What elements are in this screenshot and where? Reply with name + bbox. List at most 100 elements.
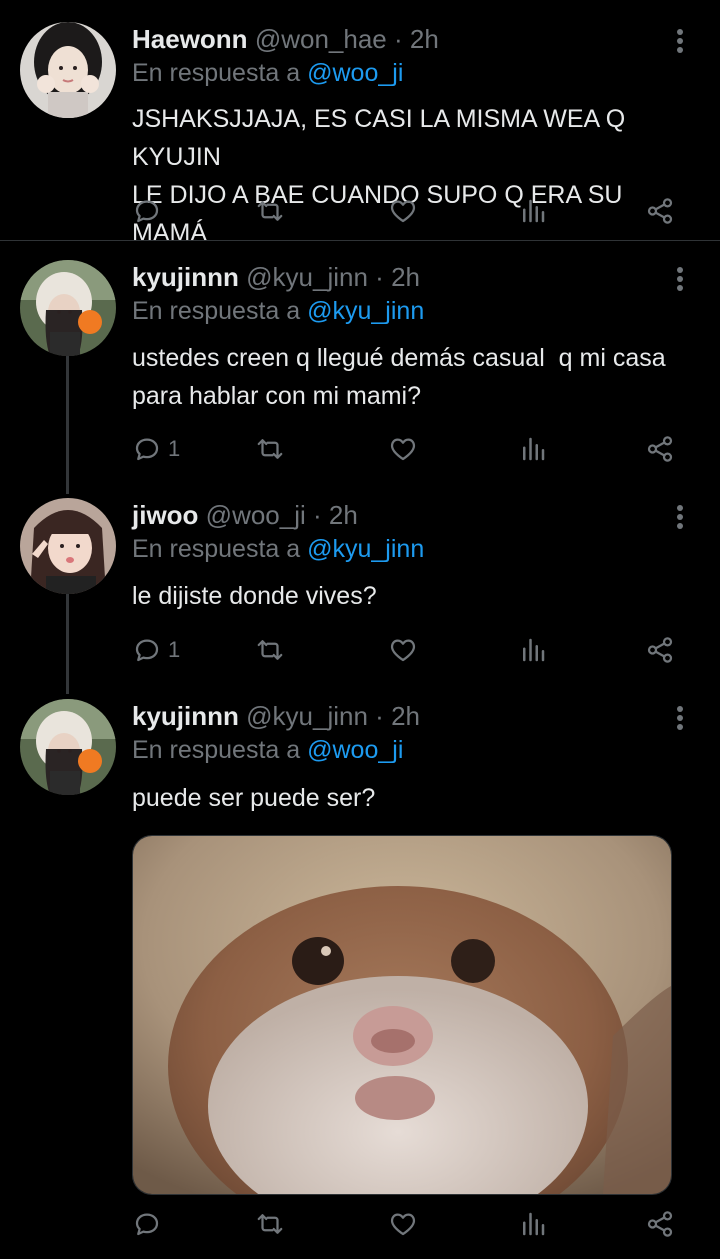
reply-prefix: En respuesta a — [132, 59, 301, 87]
retweet-button[interactable] — [255, 1207, 285, 1241]
reply-mention-link[interactable]: @kyu_jinn — [307, 297, 424, 325]
tweet-text-line: puede ser puede ser? — [132, 784, 376, 812]
reply-count: 1 — [168, 637, 181, 662]
user-handle[interactable]: @kyu_jinn — [246, 262, 368, 292]
reply-button[interactable] — [132, 194, 168, 228]
reply-context: En respuesta a @kyu_jinn — [132, 534, 424, 564]
share-button[interactable] — [645, 194, 675, 228]
reply-icon — [135, 639, 159, 662]
display-name[interactable]: jiwoo — [132, 500, 198, 530]
display-name[interactable]: kyujinnn — [132, 701, 239, 731]
tweet-haewonn[interactable]: Haewonn @won_hae · 2h En respuesta a @wo… — [0, 22, 720, 247]
reply-prefix: En respuesta a — [132, 535, 301, 563]
separator-dot: · — [313, 500, 322, 530]
avatar-kyujinnn[interactable] — [20, 260, 116, 356]
tweet-media-image[interactable] — [132, 835, 672, 1195]
avatar-haewonn[interactable] — [20, 22, 116, 118]
reply-context: En respuesta a @woo_ji — [132, 58, 403, 88]
retweet-button[interactable] — [255, 194, 285, 228]
avatar-jiwoo[interactable] — [20, 498, 116, 594]
like-button[interactable] — [388, 1207, 418, 1241]
reply-icon — [135, 438, 159, 461]
reply-mention-link[interactable]: @woo_ji — [307, 736, 403, 764]
share-button[interactable] — [645, 633, 675, 667]
user-handle[interactable]: @won_hae — [255, 24, 387, 54]
more-options-button[interactable] — [670, 502, 690, 532]
retweet-icon — [257, 640, 283, 660]
reply-button[interactable]: 1 — [132, 633, 180, 667]
reply-context: En respuesta a @kyu_jinn — [132, 296, 424, 326]
reply-prefix: En respuesta a — [132, 297, 301, 325]
more-icon — [677, 505, 683, 529]
tweet-header: jiwoo @woo_ji · 2h — [132, 498, 358, 532]
tweet-text: JSHAKSJJAJA, ES CASI LA MISMA WEA Q KYUJ… — [132, 100, 692, 252]
user-handle[interactable]: @woo_ji — [206, 500, 306, 530]
tweet-divider — [0, 240, 720, 241]
reply-context: En respuesta a @woo_ji — [132, 735, 403, 765]
reply-button[interactable]: 1 — [132, 432, 180, 466]
avatar-kyujinnn[interactable] — [20, 699, 116, 795]
reply-mention-link[interactable]: @woo_ji — [307, 59, 403, 87]
display-name[interactable]: Haewonn — [132, 24, 248, 54]
retweet-button[interactable] — [255, 633, 285, 667]
reply-button[interactable] — [132, 1207, 168, 1241]
more-options-button[interactable] — [670, 703, 690, 733]
views-icon — [523, 199, 545, 223]
timestamp[interactable]: 2h — [391, 262, 420, 292]
heart-icon — [390, 200, 416, 223]
tweet-header: Haewonn @won_hae · 2h — [132, 22, 439, 56]
tweet-text-line: para hablar con mi mami? — [132, 382, 422, 410]
more-icon — [677, 29, 683, 53]
share-button[interactable] — [645, 432, 675, 466]
views-button[interactable] — [518, 432, 548, 466]
reply-icon — [135, 200, 159, 223]
tweet-actions — [132, 194, 677, 228]
more-icon — [677, 706, 683, 730]
tweet-actions: 1 — [132, 432, 677, 466]
share-icon — [647, 436, 673, 462]
heart-icon — [390, 639, 416, 662]
user-handle[interactable]: @kyu_jinn — [246, 701, 368, 731]
heart-icon — [390, 438, 416, 461]
retweet-button[interactable] — [255, 432, 285, 466]
reply-count: 1 — [168, 436, 181, 461]
retweet-icon — [257, 1214, 283, 1234]
views-icon — [523, 638, 545, 662]
share-icon — [647, 637, 673, 663]
timestamp[interactable]: 2h — [410, 24, 439, 54]
reply-mention-link[interactable]: @kyu_jinn — [307, 535, 424, 563]
retweet-icon — [257, 439, 283, 459]
tweet-text: puede ser puede ser? — [132, 779, 692, 817]
share-icon — [647, 198, 673, 224]
separator-dot: · — [393, 24, 403, 54]
retweet-icon — [257, 201, 283, 221]
more-options-button[interactable] — [670, 264, 690, 294]
more-options-button[interactable] — [670, 26, 690, 56]
share-button[interactable] — [645, 1207, 675, 1241]
like-button[interactable] — [388, 194, 418, 228]
reply-prefix: En respuesta a — [132, 736, 301, 764]
tweet-header: kyujinnn @kyu_jinn · 2h — [132, 260, 420, 294]
tweet-text-line: ustedes creen q llegué demás casual q mi… — [132, 344, 666, 372]
tweet-jiwoo[interactable]: jiwoo @woo_ji · 2h En respuesta a @kyu_j… — [0, 498, 720, 678]
separator-dot: · — [375, 262, 384, 292]
tweet-kyujinnn-1[interactable]: kyujinnn @kyu_jinn · 2h En respuesta a @… — [0, 260, 720, 480]
like-button[interactable] — [388, 633, 418, 667]
views-button[interactable] — [518, 194, 548, 228]
timestamp[interactable]: 2h — [391, 701, 420, 731]
like-button[interactable] — [388, 432, 418, 466]
views-button[interactable] — [518, 1207, 548, 1241]
hamster-photo — [133, 836, 671, 1194]
tweet-kyujinnn-2[interactable]: kyujinnn @kyu_jinn · 2h En respuesta a @… — [0, 699, 720, 1241]
display-name[interactable]: kyujinnn — [132, 262, 239, 292]
views-icon — [523, 1212, 545, 1236]
share-icon — [647, 1211, 673, 1237]
timestamp[interactable]: 2h — [329, 500, 358, 530]
reply-icon — [135, 1213, 159, 1236]
tweet-header: kyujinnn @kyu_jinn · 2h — [132, 699, 420, 733]
tweet-text: le dijiste donde vives? — [132, 577, 692, 615]
tweet-text: ustedes creen q llegué demás casual q mi… — [132, 339, 702, 415]
views-button[interactable] — [518, 633, 548, 667]
separator-dot: · — [375, 701, 384, 731]
heart-icon — [390, 1213, 416, 1236]
